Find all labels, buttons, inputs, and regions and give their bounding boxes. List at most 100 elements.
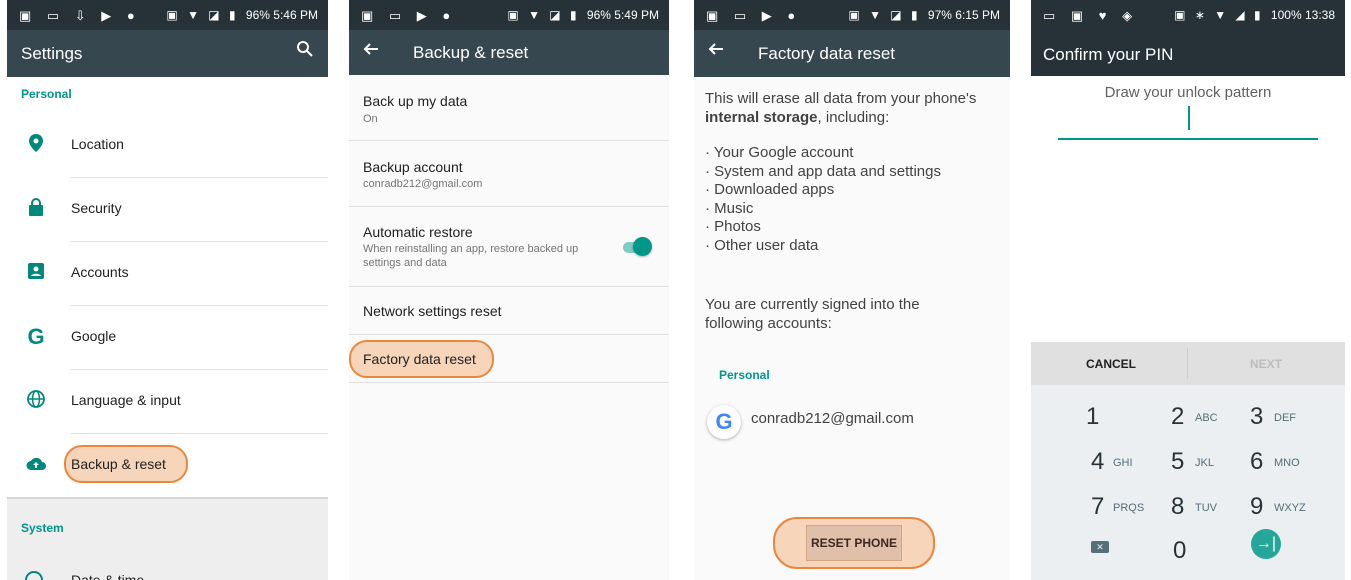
key-9[interactable]: 9 WXYZ (1250, 485, 1345, 529)
location-pin-icon (25, 134, 47, 156)
globe-icon (25, 390, 47, 412)
settings-item-security[interactable]: Security (7, 178, 328, 242)
settings-item-label: Security (71, 200, 122, 216)
account-box-icon (25, 262, 47, 284)
list-item: · Your Google account (705, 144, 854, 161)
settings-item-language[interactable]: Language & input (7, 370, 328, 434)
divider (1187, 348, 1188, 379)
list-item-text: Your Google account (713, 144, 854, 161)
key-letters: DEF (1274, 412, 1296, 424)
numeric-keypad: 1 2 ABC 3 DEF 4 GHI 5 JKL 6 MNO 7 PRQS 8 TUV 9W… (1031, 385, 1345, 580)
list-item: · System and app data and settings (705, 162, 941, 180)
setting-automatic-restore[interactable]: Automatic restore When reinstalling an a… (349, 207, 669, 287)
google-g-icon: G (27, 324, 45, 349)
system-icons: ▣ ▼ ◪ ▮ (507, 8, 580, 22)
warning-text-end: , including: (817, 109, 890, 126)
clock-icon (25, 571, 43, 580)
lock-icon (25, 198, 47, 220)
back-arrow-icon[interactable] (363, 40, 379, 63)
settings-item-accounts[interactable]: Accounts (7, 242, 328, 306)
setting-subtitle: On (363, 113, 378, 125)
cloud-upload-icon (25, 454, 47, 476)
settings-item-backup-reset[interactable]: Backup & reset (7, 434, 328, 498)
section-header-personal: Personal (719, 368, 770, 382)
settings-item-label: Accounts (71, 264, 129, 280)
settings-item-date-time[interactable]: Date & time (71, 572, 144, 580)
list-item-text: System and app data and settings (714, 162, 941, 180)
next-button[interactable]: NEXT (1250, 357, 1282, 371)
app-bar: Confirm your PIN (1031, 34, 1345, 76)
pin-input[interactable] (1058, 138, 1318, 140)
settings-item-google[interactable]: G Google (7, 306, 328, 370)
backspace-icon[interactable]: ✕ (1091, 541, 1109, 553)
key-letters: WXYZ (1274, 502, 1306, 514)
key-digit: 3 (1250, 403, 1264, 430)
back-arrow-icon[interactable] (708, 40, 724, 63)
page-title: Settings (21, 44, 83, 63)
status-time: 6:15 PM (955, 8, 1000, 22)
status-bar: ▭ ▣ ♥ ◈ ▣ ∗ ▼ ◢ ▮ 100% 13:38 (1031, 0, 1345, 34)
setting-subtitle: conradb212@gmail.com (363, 178, 483, 190)
page-title: Backup & reset (413, 43, 529, 62)
google-g-icon: G (707, 405, 741, 439)
setting-backup-account[interactable]: Backup account conradb212@gmail.com (349, 141, 669, 207)
search-icon[interactable] (296, 40, 314, 63)
key-digit: 5 (1171, 448, 1185, 475)
section-header-system: System (21, 521, 64, 535)
system-section: System Date & time (7, 497, 328, 580)
text-cursor (1188, 106, 1190, 130)
account-email: conradb212@gmail.com (751, 410, 914, 427)
key-digit: 6 (1250, 448, 1264, 475)
status-right: ▣ ▼ ◪ ▮ 96% 5:46 PM (166, 8, 318, 22)
confirm-pin-screen: ▭ ▣ ♥ ◈ ▣ ∗ ▼ ◢ ▮ 100% 13:38 Confirm you… (1031, 0, 1345, 580)
status-time: 13:38 (1304, 8, 1335, 22)
setting-title: Network settings reset (363, 303, 502, 319)
enter-arrow-icon[interactable]: →| (1251, 529, 1281, 559)
list-item-text: Music (714, 199, 754, 217)
key-letters: JKL (1195, 457, 1214, 469)
key-digit: 1 (1086, 403, 1100, 430)
settings-item-label: Google (71, 328, 117, 344)
auto-restore-toggle-thumb[interactable] (633, 237, 652, 256)
key-digit: 9 (1250, 493, 1264, 520)
status-right: ▣ ▼ ◪ ▮ 97% 6:15 PM (848, 8, 1000, 22)
setting-network-reset[interactable]: Network settings reset (349, 287, 669, 335)
app-bar: Backup & reset (349, 30, 669, 75)
warning-bold-text: internal storage (705, 109, 818, 126)
battery-percent: 100% (1270, 8, 1302, 22)
setting-factory-data-reset[interactable]: Factory data reset (349, 335, 669, 383)
settings-item-location[interactable]: Location (7, 114, 328, 178)
app-bar: Factory data reset (694, 30, 1010, 77)
list-item: · Music (705, 199, 754, 217)
key-digit: 7 (1091, 493, 1105, 520)
setting-back-up-my-data[interactable]: Back up my data On (349, 75, 669, 141)
settings-screen: ▣ ▭ ⇩ ▶ ● ▣ ▼ ◪ ▮ 96% 5:46 PM Settings P… (7, 0, 328, 580)
key-letters: PRQS (1113, 502, 1145, 514)
battery-percent: 96% (245, 8, 270, 22)
status-bar: ▣ ▭ ▶ ● ▣ ▼ ◪ ▮ 97% 6:15 PM (694, 0, 1010, 30)
status-time: 5:46 PM (273, 8, 318, 22)
factory-reset-screen: ▣ ▭ ▶ ● ▣ ▼ ◪ ▮ 97% 6:15 PM Factory data… (694, 0, 1010, 580)
key-digit: 4 (1091, 448, 1105, 475)
settings-item-label: Location (71, 136, 124, 152)
system-icons: ▣ ▼ ◪ ▮ (848, 8, 921, 22)
key-digit: 2 (1171, 403, 1185, 430)
list-item-text: Photos (714, 218, 761, 235)
erase-warning: This will erase all data from your phone… (705, 89, 1005, 127)
setting-title: Back up my data (363, 93, 468, 109)
key-3[interactable]: 3 DEF (1250, 395, 1345, 439)
system-icons: ▣ ▼ ◪ ▮ (166, 8, 239, 22)
system-icons: ▣ ∗ ▼ ◢ ▮ (1174, 8, 1264, 22)
reset-phone-button[interactable]: RESET PHONE (806, 525, 902, 561)
status-bar: ▣ ▭ ▶ ● ▣ ▼ ◪ ▮ 96% 5:49 PM (349, 0, 669, 30)
key-letters: MNO (1274, 457, 1300, 469)
list-item: · Downloaded apps (705, 181, 835, 198)
key-letters: TUV (1195, 502, 1217, 514)
section-header-personal: Personal (21, 87, 72, 101)
key-6[interactable]: 6 MNO (1250, 440, 1345, 484)
settings-item-label: Backup & reset (71, 456, 166, 472)
status-right: ▣ ∗ ▼ ◢ ▮ 100% 13:38 (1174, 8, 1335, 22)
key-digit: 8 (1171, 493, 1185, 520)
pin-prompt: Draw your unlock pattern (1104, 84, 1272, 101)
cancel-button[interactable]: CANCEL (1086, 357, 1136, 371)
